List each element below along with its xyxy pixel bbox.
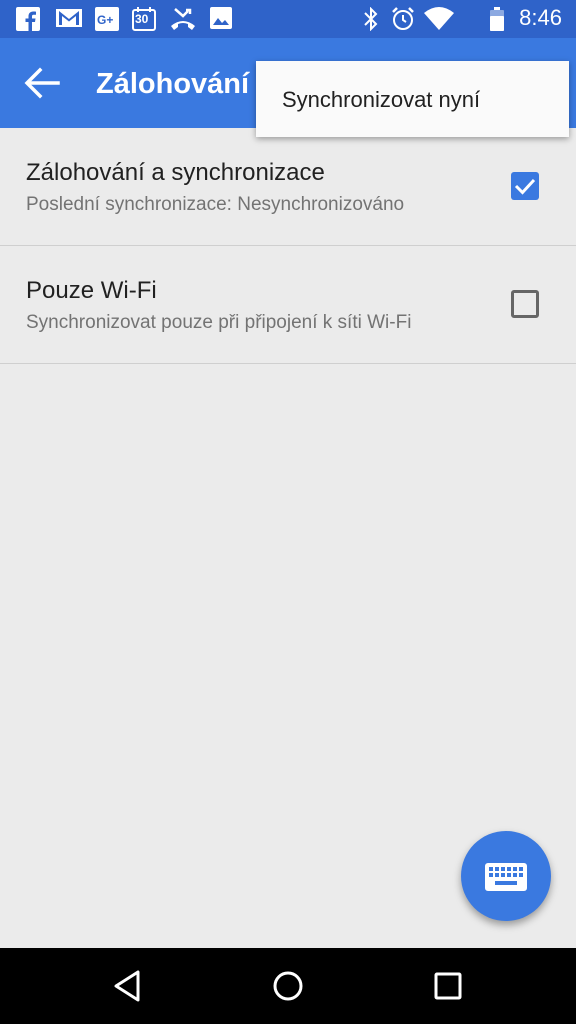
facebook-icon [16,7,40,31]
bluetooth-icon [364,7,378,31]
clock: 8:46 [519,5,562,30]
pref-summary: Synchronizovat pouze při připojení k sít… [26,312,412,333]
pref-title: Zálohování a synchronizace [26,159,325,186]
back-triangle-icon[interactable] [108,966,148,1006]
page-title: Zálohování [96,68,250,100]
missed-call-icon [171,8,195,30]
svg-text:G+: G+ [97,13,113,27]
home-circle-icon[interactable] [268,966,308,1006]
pref-summary: Poslední synchronizace: Nesynchronizován… [26,194,405,215]
alarm-icon [392,7,414,30]
keyboard-icon [485,863,527,891]
google-plus-icon: G+ [95,7,119,31]
pref-wifi-only[interactable]: Pouze Wi-Fi Synchronizovat pouze při při… [0,246,576,364]
calendar-day: 30 [135,12,149,26]
pref-title: Pouze Wi-Fi [26,277,157,304]
wifi-icon [424,7,454,30]
check-icon [514,178,536,195]
arrow-back-icon[interactable] [22,65,62,101]
status-bar: G+ 30 8:46 [0,0,576,38]
recents-square-icon[interactable] [428,966,468,1006]
navigation-bar [0,948,576,1024]
keyboard-fab-button[interactable] [461,831,551,921]
gmail-icon [56,9,82,27]
pref-backup-sync[interactable]: Zálohování a synchronizace Poslední sync… [0,128,576,246]
wifi-only-checkbox[interactable] [511,290,539,318]
battery-icon [490,7,504,31]
overflow-menu: Synchronizovat nyní [256,61,569,137]
menu-item-sync-now[interactable]: Synchronizovat nyní [282,87,480,113]
backup-sync-checkbox[interactable] [511,172,539,200]
photos-icon [210,7,232,29]
